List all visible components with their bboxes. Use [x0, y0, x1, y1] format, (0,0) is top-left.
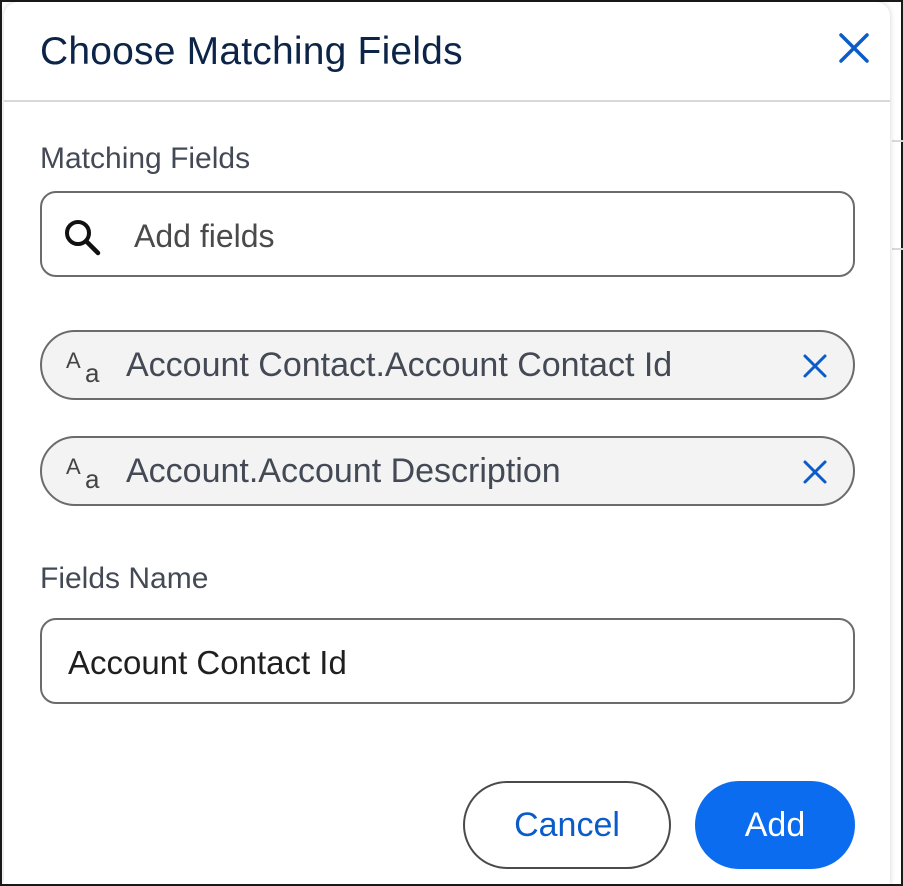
- text-type-icon: Aa: [66, 454, 100, 494]
- cancel-button[interactable]: Cancel: [463, 781, 671, 869]
- selected-field-label: Account.Account Description: [126, 452, 561, 490]
- remove-field-button[interactable]: [799, 456, 831, 488]
- dialog-title: Choose Matching Fields: [40, 30, 463, 73]
- background-divider: [892, 140, 903, 142]
- close-icon: [803, 460, 827, 484]
- selected-field-pill: Aa Account.Account Description: [40, 436, 855, 506]
- add-fields-search[interactable]: [40, 191, 855, 277]
- text-type-icon: Aa: [66, 348, 100, 388]
- close-icon: [839, 33, 869, 63]
- remove-field-button[interactable]: [799, 350, 831, 382]
- close-icon: [803, 354, 827, 378]
- selected-field-label: Account Contact.Account Contact Id: [126, 346, 673, 384]
- background-divider: [892, 248, 903, 250]
- selected-field-pill: Aa Account Contact.Account Contact Id: [40, 330, 855, 400]
- close-button[interactable]: [832, 26, 876, 70]
- search-icon: [65, 220, 101, 256]
- add-button[interactable]: Add: [695, 781, 855, 869]
- fields-name-label: Fields Name: [40, 562, 209, 595]
- dialog-header: Choose Matching Fields: [4, 2, 890, 102]
- fields-name-input[interactable]: [66, 638, 830, 688]
- fields-name-field[interactable]: [40, 618, 855, 704]
- choose-matching-fields-dialog: Choose Matching Fields Matching Fields A…: [4, 2, 890, 884]
- add-fields-input[interactable]: [132, 211, 836, 261]
- matching-fields-label: Matching Fields: [40, 142, 251, 175]
